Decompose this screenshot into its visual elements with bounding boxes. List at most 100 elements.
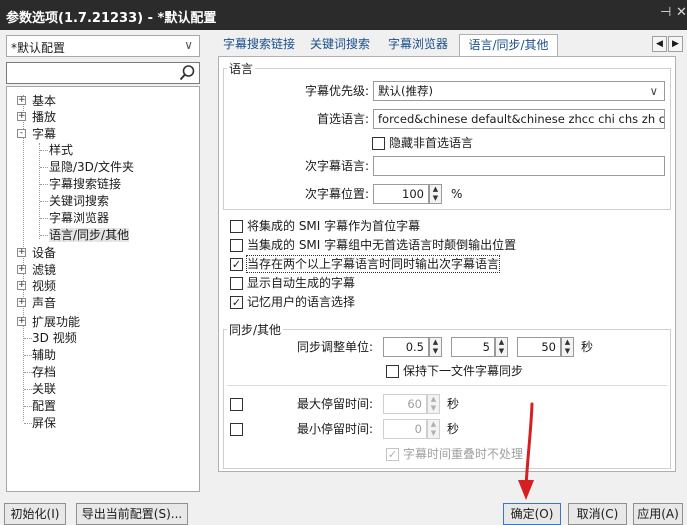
tree-item-style[interactable]: 样式	[49, 142, 73, 158]
title-bar: 参数选项(1.7.21233) - *默认配置 ⊣ ✕	[0, 0, 687, 30]
expand-icon[interactable]: +	[17, 265, 26, 274]
tree-item-subtitle-browser[interactable]: 字幕浏览器	[49, 210, 109, 226]
expand-icon[interactable]: +	[17, 248, 26, 257]
tab-keyword-search[interactable]: 关键词搜索	[304, 34, 376, 56]
expand-icon[interactable]: +	[17, 281, 26, 290]
expand-icon[interactable]: +	[17, 112, 26, 121]
init-button[interactable]: 初始化(I)	[4, 503, 66, 525]
min-stay-checkbox[interactable]	[230, 423, 243, 436]
spin-up-icon[interactable]: ▲	[428, 395, 439, 404]
hide-nonpreferred-label: 隐藏非首选语言	[389, 136, 474, 150]
spin-up-icon[interactable]: ▲	[496, 338, 507, 347]
chevron-down-icon: ∨	[184, 38, 193, 52]
close-icon[interactable]: ✕	[676, 5, 687, 20]
option-remember-language-label: 记忆用户的语言选择	[247, 295, 356, 309]
search-input[interactable]	[6, 62, 200, 84]
collapse-icon[interactable]: -	[17, 129, 26, 138]
max-stay-checkbox[interactable]	[230, 398, 243, 411]
spin-up-icon[interactable]: ▲	[562, 338, 573, 347]
max-stay-spinner[interactable]: ▲ ▼	[427, 394, 440, 414]
divider	[227, 385, 667, 386]
option-output-secondary-label: 当存在两个以上字幕语言时同时输出次字幕语言	[245, 255, 501, 273]
profile-dropdown[interactable]: *默认配置 ∨	[6, 35, 200, 57]
apply-button[interactable]: 应用(A)	[633, 503, 683, 525]
option-auto-generated-checkbox[interactable]	[230, 277, 243, 290]
option-smi-reverse-label: 当集成的 SMI 字幕组中无首选语言时颠倒输出位置	[247, 238, 517, 252]
secondary-position-unit: %	[451, 187, 463, 201]
overlap-checkbox[interactable]: ✓	[386, 448, 399, 461]
sync-adjust-spinner-2[interactable]: ▲ ▼	[495, 337, 508, 357]
spin-down-icon[interactable]: ▼	[430, 347, 441, 356]
tree-item-assist[interactable]: 辅助	[32, 347, 56, 363]
spin-up-icon[interactable]: ▲	[430, 185, 441, 194]
min-stay-unit: 秒	[447, 422, 460, 436]
option-smi-first-label: 将集成的 SMI 字幕作为首位字幕	[247, 219, 421, 233]
sync-group-title: 同步/其他	[227, 321, 284, 338]
settings-tree[interactable]: + 基本 + 播放 - 字幕 样式 显隐/3D/文件夹 字幕搜索链接 关键词搜索…	[6, 86, 200, 492]
tree-item-3d-video[interactable]: 3D 视频	[32, 330, 77, 346]
priority-dropdown-value: 默认(推荐)	[378, 84, 433, 98]
window-title: 参数选项(1.7.21233) - *默认配置	[6, 11, 217, 26]
secondary-position-input[interactable]: 100	[373, 184, 429, 204]
sync-adjust-spinner-3[interactable]: ▲ ▼	[561, 337, 574, 357]
spin-down-icon[interactable]: ▼	[430, 194, 441, 203]
profile-dropdown-value: *默认配置	[11, 41, 66, 55]
max-stay-input[interactable]: 60	[383, 394, 427, 414]
tab-scroll-right-button[interactable]: ▶	[668, 36, 683, 52]
expand-icon[interactable]: +	[17, 317, 26, 326]
min-stay-label: 最小停留时间:	[296, 422, 373, 436]
spin-down-icon[interactable]: ▼	[428, 404, 439, 413]
option-remember-language-checkbox[interactable]: ✓	[230, 296, 243, 309]
tree-item-subtitle-search[interactable]: 字幕搜索链接	[49, 176, 121, 192]
tree-item-visibility[interactable]: 显隐/3D/文件夹	[49, 159, 134, 175]
min-stay-input[interactable]: 0	[383, 419, 427, 439]
secondary-language-input[interactable]	[373, 156, 665, 176]
pin-icon[interactable]: ⊣	[660, 5, 671, 20]
option-output-secondary-checkbox[interactable]: ✓	[230, 258, 243, 271]
search-icon[interactable]	[178, 64, 196, 82]
option-smi-first-checkbox[interactable]	[230, 220, 243, 233]
secondary-position-label: 次字幕位置:	[304, 187, 369, 201]
ok-button[interactable]: 确定(O)	[503, 503, 561, 525]
tab-subtitle-search-links[interactable]: 字幕搜索链接	[219, 34, 299, 56]
export-config-button[interactable]: 导出当前配置(S)...	[76, 503, 188, 525]
preferred-language-input[interactable]: forced&chinese default&chinese zhcc chi …	[373, 109, 665, 129]
tab-language-sync[interactable]: 语言/同步/其他	[459, 34, 558, 57]
expand-icon[interactable]: +	[17, 96, 26, 105]
spin-down-icon[interactable]: ▼	[496, 347, 507, 356]
sync-adjust-label: 同步调整单位:	[296, 340, 373, 354]
tree-item-screensaver[interactable]: 屏保	[32, 415, 56, 431]
secondary-position-spinner[interactable]: ▲ ▼	[429, 184, 442, 204]
spin-up-icon[interactable]: ▲	[430, 338, 441, 347]
min-stay-spinner[interactable]: ▲ ▼	[427, 419, 440, 439]
hide-nonpreferred-checkbox[interactable]	[372, 137, 385, 150]
language-group-title: 语言	[227, 60, 256, 77]
sync-adjust-input-3[interactable]: 50	[517, 337, 561, 357]
sync-adjust-input-1[interactable]: 0.5	[383, 337, 429, 357]
tree-item-association[interactable]: 关联	[32, 381, 56, 397]
option-smi-reverse-checkbox[interactable]	[230, 239, 243, 252]
sync-adjust-spinner-1[interactable]: ▲ ▼	[429, 337, 442, 357]
spin-down-icon[interactable]: ▼	[428, 429, 439, 438]
chevron-down-icon: ∨	[649, 84, 658, 98]
option-auto-generated-label: 显示自动生成的字幕	[247, 276, 356, 290]
tab-subtitle-browser[interactable]: 字幕浏览器	[382, 34, 454, 56]
sync-adjust-input-2[interactable]: 5	[451, 337, 495, 357]
annotation-arrow	[518, 402, 534, 500]
spin-up-icon[interactable]: ▲	[428, 420, 439, 429]
keep-sync-checkbox[interactable]	[386, 365, 399, 378]
secondary-language-label: 次字幕语言:	[304, 159, 369, 173]
cancel-button[interactable]: 取消(C)	[568, 503, 627, 525]
max-stay-unit: 秒	[447, 397, 460, 411]
tree-item-archive[interactable]: 存档	[32, 364, 56, 380]
expand-icon[interactable]: +	[17, 298, 26, 307]
spin-down-icon[interactable]: ▼	[562, 347, 573, 356]
preferred-language-label: 首选语言:	[316, 112, 369, 126]
priority-dropdown[interactable]: 默认(推荐) ∨	[373, 81, 665, 101]
tree-item-config[interactable]: 配置	[32, 398, 56, 414]
priority-label: 字幕优先级:	[304, 84, 369, 98]
keep-sync-label: 保持下一文件字幕同步	[403, 364, 524, 378]
tree-item-language-sync[interactable]: 语言/同步/其他	[49, 227, 130, 243]
tree-item-keyword-search[interactable]: 关键词搜索	[49, 193, 109, 209]
tab-scroll-left-button[interactable]: ◀	[652, 36, 667, 52]
